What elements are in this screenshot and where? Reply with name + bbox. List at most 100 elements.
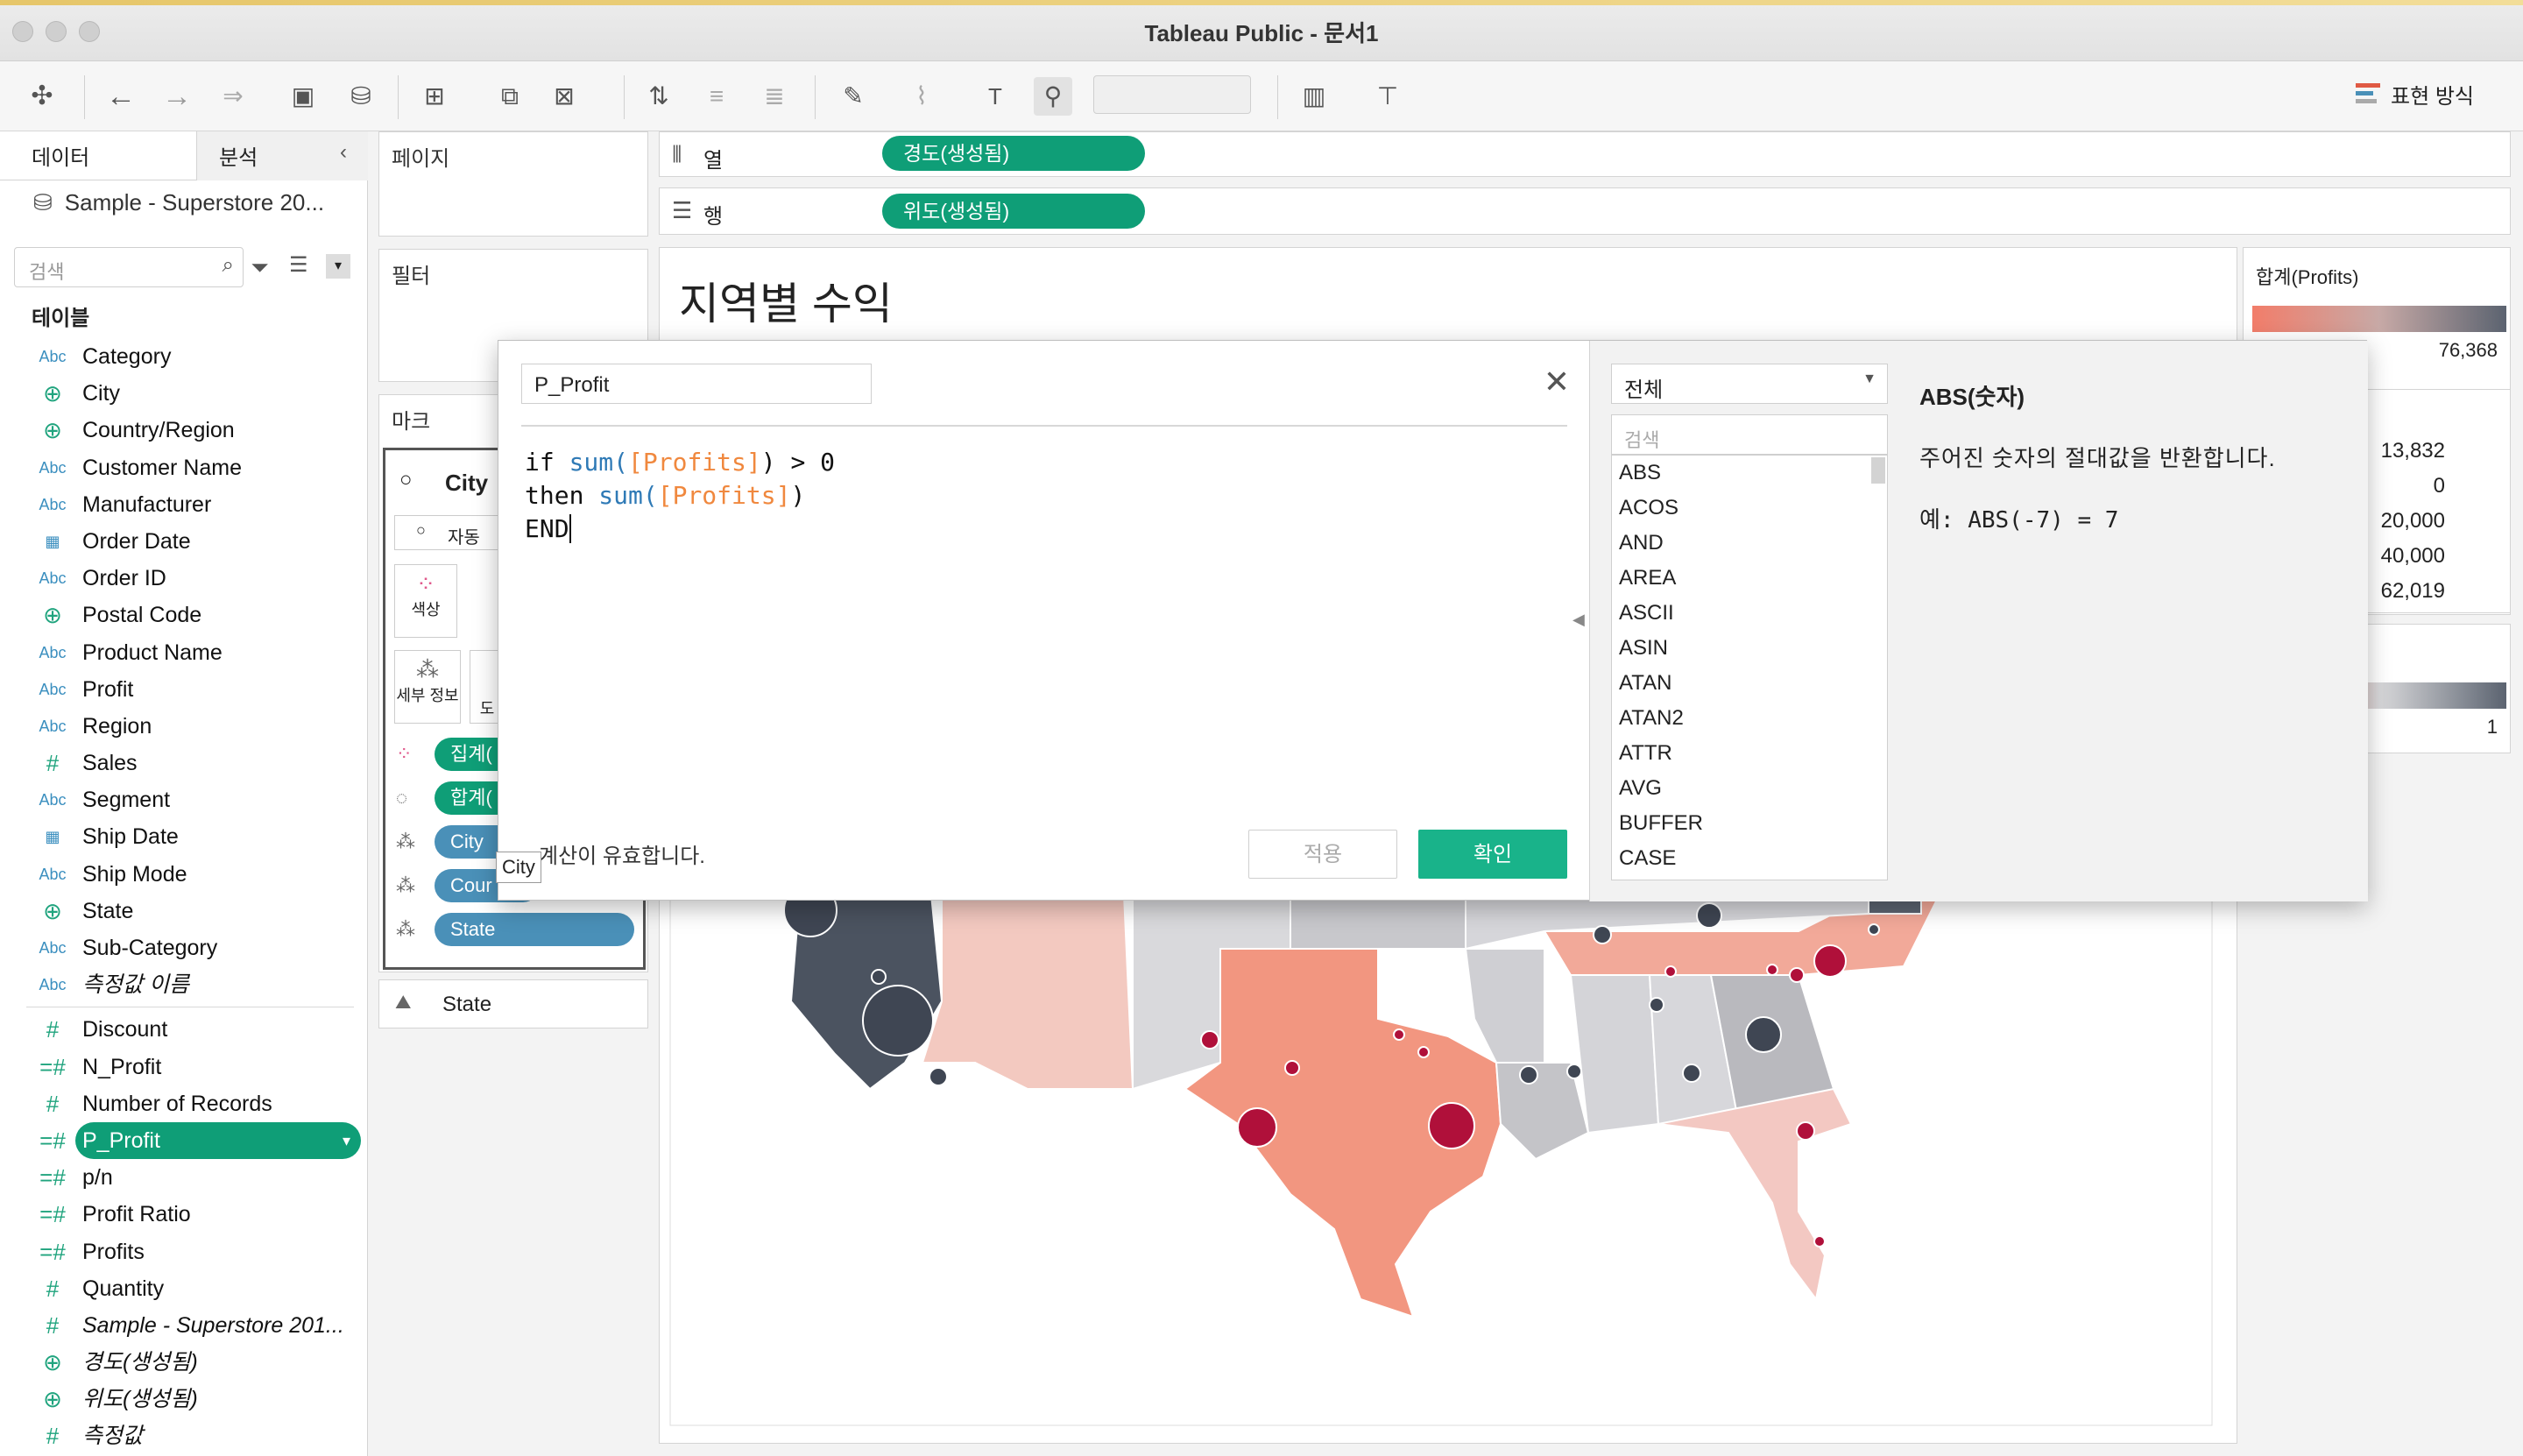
state-oklahoma[interactable] [1290,894,1476,950]
view-list-icon[interactable]: ☰ [289,252,308,278]
tableau-logo-icon[interactable]: ✣ [23,77,61,116]
tab-data[interactable]: 데이터 [32,140,89,171]
filter-fields-icon[interactable]: ⏷ [251,254,269,282]
rows-pill-latitude[interactable]: 위도(생성됨) [882,194,1145,229]
function-item[interactable]: CASE [1612,841,1887,876]
clear-sheet-icon[interactable]: ⊠ [545,77,583,116]
pages-card[interactable]: 페이지 [378,131,648,237]
field-item[interactable]: =# Profits [0,1233,368,1270]
collapse-functions-icon[interactable]: ◀ [1572,611,1585,629]
field-item[interactable]: Abc Segment [0,781,368,818]
field-item[interactable]: Abc Category [0,338,368,375]
presentation-mode-icon[interactable]: ⊤ [1368,77,1407,116]
field-item[interactable]: ⊕ 위도(생성됨) [0,1381,368,1417]
field-item[interactable]: Abc Profit [0,671,368,708]
mark-type-label[interactable]: City [445,470,488,497]
field-item[interactable]: ⊕ Country/Region [0,412,368,449]
field-item[interactable]: # Sales [0,745,368,781]
function-item[interactable]: AVG [1612,771,1887,806]
field-item[interactable]: # Number of Records [0,1085,368,1122]
undo-icon[interactable]: ← [102,77,140,116]
sort-ascending-icon[interactable]: ≡ [697,77,736,116]
apply-button[interactable]: 적용 [1248,830,1397,879]
redo-icon[interactable]: → [158,77,196,116]
highlight-icon[interactable]: ✎ [834,77,873,116]
field-item[interactable]: =# P_Profit ▾ [39,1121,361,1160]
field-item[interactable]: # Discount [0,1011,368,1048]
collapse-pane-icon[interactable]: ‹ [340,140,347,165]
field-item[interactable]: Abc 측정값 이름 [0,966,368,1003]
field-item[interactable]: Abc Customer Name [0,449,368,486]
globe-icon: ⊕ [43,380,62,407]
chevron-down-icon[interactable]: ▾ [343,1122,350,1159]
function-list-scrollbar[interactable] [1871,457,1885,484]
legend-value: 0 [2433,474,2445,498]
cards-toggle-icon[interactable]: ▥ [1295,77,1333,116]
calculated-field-icon: =# [39,1164,66,1191]
show-mark-labels-icon[interactable]: T [976,77,1014,116]
field-item[interactable]: =# p/n [0,1159,368,1196]
field-item[interactable]: ⊕ 경도(생성됨) [0,1344,368,1381]
mark-pill[interactable]: State [435,913,634,946]
color-button[interactable]: ⁘ 색상 [394,564,457,638]
function-search-input[interactable]: 검색 [1611,414,1888,455]
save-icon[interactable]: ▣ [284,77,322,116]
replay-icon[interactable]: ⇒ [214,77,252,116]
columns-shelf[interactable]: ⦀ 열 경도(생성됨) [659,131,2511,177]
field-item[interactable]: Abc Sub-Category [0,929,368,966]
function-item[interactable]: AREA [1612,561,1887,596]
field-item[interactable]: # 측정값 [0,1417,368,1454]
function-item[interactable]: ATAN [1612,666,1887,701]
field-item[interactable]: ▦ Ship Date [0,818,368,855]
view-options-dropdown[interactable]: ▾ [326,254,350,279]
field-item[interactable]: ▦ Order Date [0,523,368,560]
field-item[interactable]: Abc Product Name [0,634,368,671]
state-arizona[interactable] [921,894,1134,1090]
fit-dropdown[interactable] [1093,75,1251,114]
function-item[interactable]: ABS [1612,456,1887,491]
field-item[interactable]: ⊕ City [0,375,368,412]
show-me-button[interactable]: 표현 방식 [2356,79,2474,110]
function-item[interactable]: ATAN2 [1612,701,1887,736]
calc-formula-editor[interactable]: if sum([Profits]) > 0 then sum([Profits]… [525,446,835,546]
field-item[interactable]: # Quantity [0,1270,368,1307]
legend-value: 20,000 [2380,509,2445,533]
columns-pill-longitude[interactable]: 경도(생성됨) [882,136,1145,171]
state-card[interactable]: ⛰ State [378,979,648,1028]
function-item[interactable]: ATTR [1612,736,1887,771]
datasource-item[interactable]: ⛁ Sample - Superstore 20... [33,189,324,216]
field-item[interactable]: =# N_Profit [0,1049,368,1085]
calculated-field-icon: =# [39,1238,66,1265]
function-item[interactable]: AND [1612,526,1887,561]
new-datasource-icon[interactable]: ⛁ [342,77,380,116]
data-search-input[interactable]: 검색 ⌕ [14,247,244,287]
calculated-field-icon: =# [39,1053,66,1080]
field-item[interactable]: Abc Region [0,708,368,745]
tab-analysis[interactable]: 분석 [219,140,258,171]
group-members-icon[interactable]: ⌇ [902,77,941,116]
rows-shelf[interactable]: ☰ 행 위도(생성됨) [659,187,2511,235]
data-pane: 데이터 분석 ‹ ⛁ Sample - Superstore 20... 검색 … [0,131,368,1456]
field-item[interactable]: ⊕ State [0,893,368,929]
field-item[interactable]: =# Profit Ratio [0,1196,368,1233]
detail-encoding-icon: ⁂ [396,874,415,896]
close-icon[interactable]: ✕ [1544,364,1570,400]
function-item[interactable]: ASIN [1612,631,1887,666]
field-item[interactable]: ⊕ Postal Code [0,597,368,633]
detail-button[interactable]: ⁂ 세부 정보 [394,650,461,724]
function-item[interactable]: ACOS [1612,491,1887,526]
function-item[interactable]: BUFFER [1612,806,1887,841]
field-item[interactable]: # Sample - Superstore 201... [0,1307,368,1344]
field-item[interactable]: Abc Manufacturer [0,486,368,523]
sort-descending-icon[interactable]: ≣ [755,77,794,116]
duplicate-sheet-icon[interactable]: ⧉ [491,77,529,116]
ok-button[interactable]: 확인 [1418,830,1567,879]
function-item[interactable]: ASCII [1612,596,1887,631]
new-worksheet-icon[interactable]: ⊞ [415,77,454,116]
fix-axes-icon[interactable]: ⚲ [1034,77,1072,116]
swap-rows-columns-icon[interactable]: ⇅ [640,77,678,116]
field-item[interactable]: Abc Order ID [0,560,368,597]
field-item[interactable]: Abc Ship Mode [0,856,368,893]
calc-name-input[interactable]: P_Profit [521,364,872,404]
function-category-select[interactable]: 전체 ▼ [1611,364,1888,404]
